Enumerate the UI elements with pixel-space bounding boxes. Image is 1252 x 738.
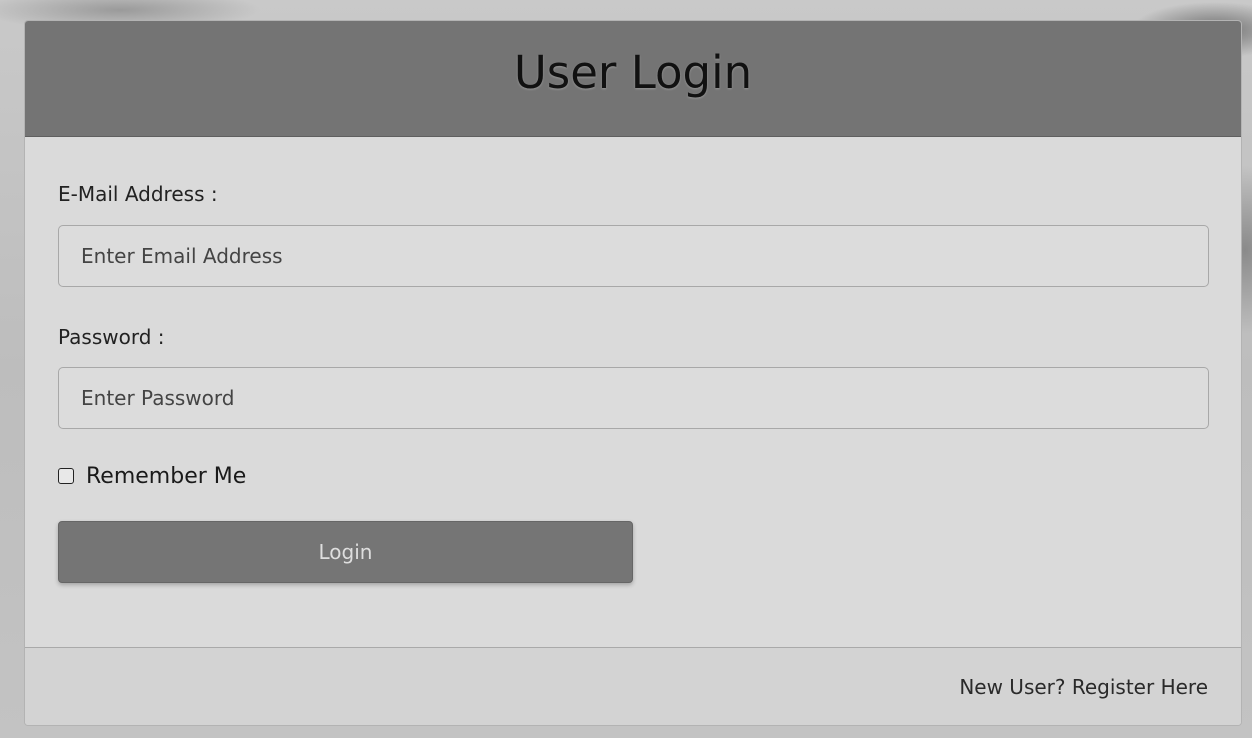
email-field[interactable]: [58, 225, 1209, 287]
remember-me-row[interactable]: Remember Me: [58, 461, 246, 491]
card-header: User Login: [25, 21, 1241, 137]
register-link[interactable]: New User? Register Here: [959, 675, 1208, 699]
page-title: User Login: [513, 46, 753, 99]
login-button[interactable]: Login: [58, 521, 633, 583]
login-form: E-Mail Address : Password : Remember Me …: [25, 137, 1241, 647]
login-card: User Login E-Mail Address : Password : R…: [24, 20, 1242, 726]
email-label: E-Mail Address :: [58, 182, 218, 206]
remember-me-label[interactable]: Remember Me: [86, 464, 246, 489]
card-footer: New User? Register Here: [25, 647, 1241, 725]
password-field[interactable]: [58, 367, 1209, 429]
password-label: Password :: [58, 325, 165, 349]
remember-me-checkbox[interactable]: [58, 468, 74, 484]
